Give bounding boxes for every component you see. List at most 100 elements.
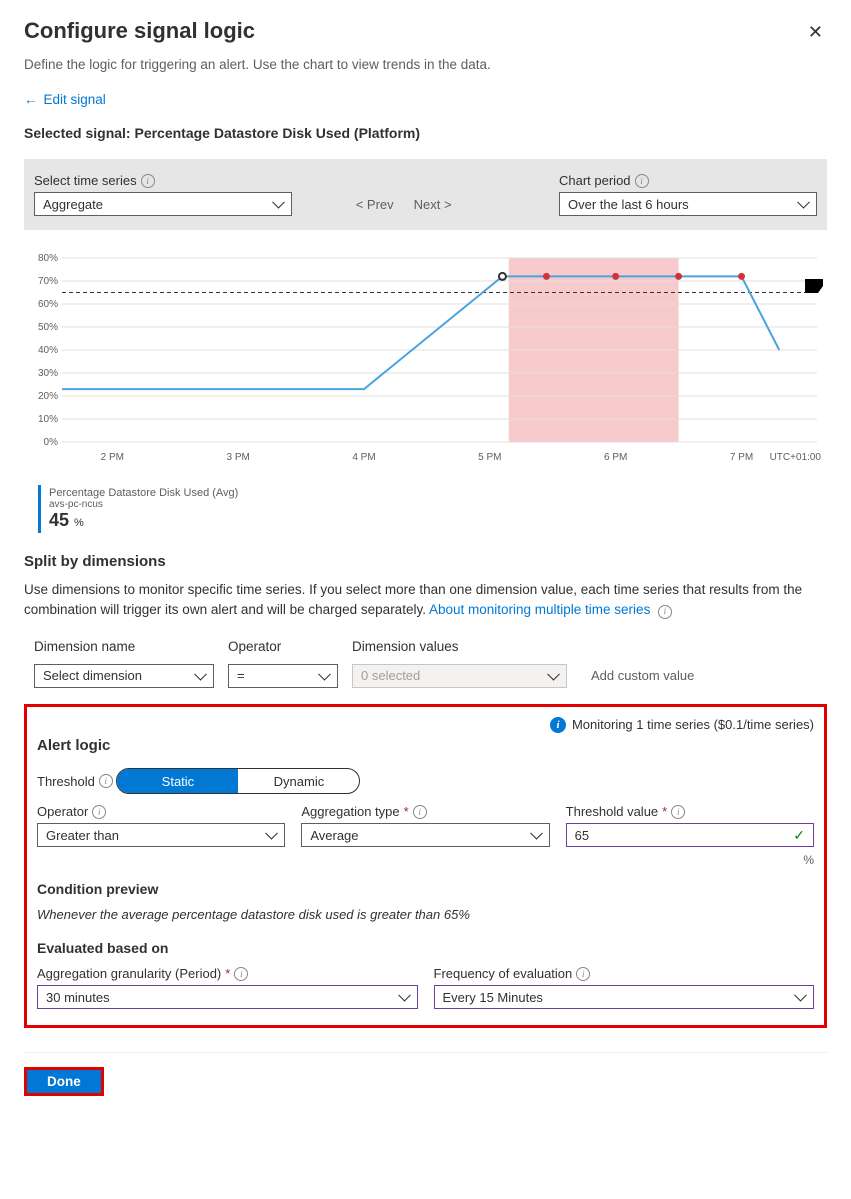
threshold-value-label-text: Threshold value [566,804,659,819]
threshold-label-text: Threshold [37,774,95,789]
aggregation-value: Average [310,828,358,843]
legend-resource: avs-pc-ncus [49,499,827,510]
dimensions-link[interactable]: About monitoring multiple time series [429,602,650,617]
aggregation-label: Aggregation type * i [301,804,549,819]
dimensions-description: Use dimensions to monitor specific time … [24,580,827,621]
threshold-static[interactable]: Static [117,769,238,793]
evaluated-heading: Evaluated based on [37,940,814,956]
threshold-dynamic[interactable]: Dynamic [238,769,359,793]
cursor-icon [805,276,823,299]
operator-label-text: Operator [37,804,88,819]
time-series-select[interactable]: Aggregate [34,192,292,216]
col-operator: Operator [228,639,338,654]
chart-legend: Percentage Datastore Disk Used (Avg) avs… [38,485,827,533]
edit-signal-label: Edit signal [44,92,106,107]
frequency-label-text: Frequency of evaluation [434,966,573,981]
condition-preview-text: Whenever the average percentage datastor… [37,907,814,922]
svg-text:40%: 40% [38,345,58,356]
svg-text:7 PM: 7 PM [730,452,753,463]
svg-text:2 PM: 2 PM [101,452,124,463]
time-series-label-text: Select time series [34,173,137,188]
granularity-select[interactable]: 30 minutes [37,985,418,1009]
aggregation-label-text: Aggregation type [301,804,399,819]
svg-text:20%: 20% [38,391,58,402]
threshold-unit: % [566,853,814,867]
frequency-select[interactable]: Every 15 Minutes [434,985,815,1009]
dimensions-desc-text: Use dimensions to monitor specific time … [24,582,802,617]
legend-value: 45 [49,510,69,530]
col-dimension-values: Dimension values [352,639,567,654]
svg-text:50%: 50% [38,322,58,333]
filter-bar: Select time series i Aggregate < Prev Ne… [24,159,827,230]
chart-period-label-text: Chart period [559,173,631,188]
chart-period-label: Chart period i [559,173,817,188]
check-icon: ✓ [793,827,805,844]
dimensions-heading: Split by dimensions [24,553,827,570]
info-icon[interactable]: i [99,774,113,788]
info-icon[interactable]: i [413,805,427,819]
svg-text:60%: 60% [38,299,58,310]
svg-text:6 PM: 6 PM [604,452,627,463]
monitor-badge: i Monitoring 1 time series ($0.1/time se… [37,717,814,733]
dimensions-header-row: Dimension name Operator Dimension values [24,633,827,660]
dimension-op-value: = [237,668,245,683]
prev-button[interactable]: < Prev [356,197,394,212]
close-icon[interactable]: ✕ [804,18,827,47]
svg-text:3 PM: 3 PM [226,452,249,463]
info-icon[interactable]: i [576,967,590,981]
alert-logic-heading: Alert logic [37,737,814,754]
info-icon[interactable]: i [671,805,685,819]
col-dimension-name: Dimension name [34,639,214,654]
time-series-value: Aggregate [43,197,103,212]
time-series-label: Select time series i [34,173,292,188]
svg-text:30%: 30% [38,368,58,379]
alert-logic-section: i Monitoring 1 time series ($0.1/time se… [24,704,827,1029]
add-custom-value[interactable]: Add custom value [581,668,694,683]
frequency-label: Frequency of evaluation i [434,966,815,981]
legend-series-name: Percentage Datastore Disk Used (Avg) [49,487,827,499]
svg-text:0%: 0% [44,437,59,448]
granularity-value: 30 minutes [46,990,110,1005]
svg-text:80%: 80% [38,253,58,264]
dimension-name-select[interactable]: Select dimension [34,664,214,688]
selected-signal: Selected signal: Percentage Datastore Di… [24,125,827,141]
operator-value: Greater than [46,828,119,843]
panel-title: Configure signal logic [24,18,255,44]
dimension-operator-select[interactable]: = [228,664,338,688]
dimension-name-value: Select dimension [43,668,142,683]
svg-text:70%: 70% [38,276,58,287]
granularity-label-text: Aggregation granularity (Period) [37,966,221,981]
done-button[interactable]: Done [24,1067,104,1096]
aggregation-select[interactable]: Average [301,823,549,847]
info-icon[interactable]: i [658,605,672,619]
info-icon: i [550,717,566,733]
info-icon[interactable]: i [234,967,248,981]
info-icon[interactable]: i [141,174,155,188]
frequency-value: Every 15 Minutes [443,990,543,1005]
svg-text:10%: 10% [38,414,58,425]
granularity-label: Aggregation granularity (Period) * i [37,966,418,981]
chart-period-select[interactable]: Over the last 6 hours [559,192,817,216]
threshold-value: 65 [575,828,589,843]
dimensions-row: Select dimension = 0 selected Add custom… [24,660,827,698]
threshold-toggle[interactable]: Static Dynamic [116,768,360,794]
threshold-value-label: Threshold value * i [566,804,814,819]
arrow-left-icon: ← [24,92,38,107]
chart: 0% 10% 20% 30% 40% 50% 60% 70% 80% 2 PM 3 PM 4 PM 5 … [24,248,827,471]
operator-select[interactable]: Greater than [37,823,285,847]
info-icon[interactable]: i [635,174,649,188]
svg-text:UTC+01:00: UTC+01:00 [770,452,822,463]
dimension-values-select[interactable]: 0 selected [352,664,567,688]
legend-unit: % [74,517,84,529]
svg-text:4 PM: 4 PM [352,452,375,463]
edit-signal-link[interactable]: ← Edit signal [24,92,106,107]
svg-text:5 PM: 5 PM [478,452,501,463]
operator-label: Operator i [37,804,285,819]
info-icon[interactable]: i [92,805,106,819]
chart-period-value: Over the last 6 hours [568,197,689,212]
monitor-text: Monitoring 1 time series ($0.1/time seri… [572,717,814,732]
dimension-values-value: 0 selected [361,668,420,683]
threshold-value-input[interactable]: 65 ✓ [566,823,814,847]
next-button[interactable]: Next > [414,197,452,212]
threshold-label: Threshold i [37,774,113,789]
